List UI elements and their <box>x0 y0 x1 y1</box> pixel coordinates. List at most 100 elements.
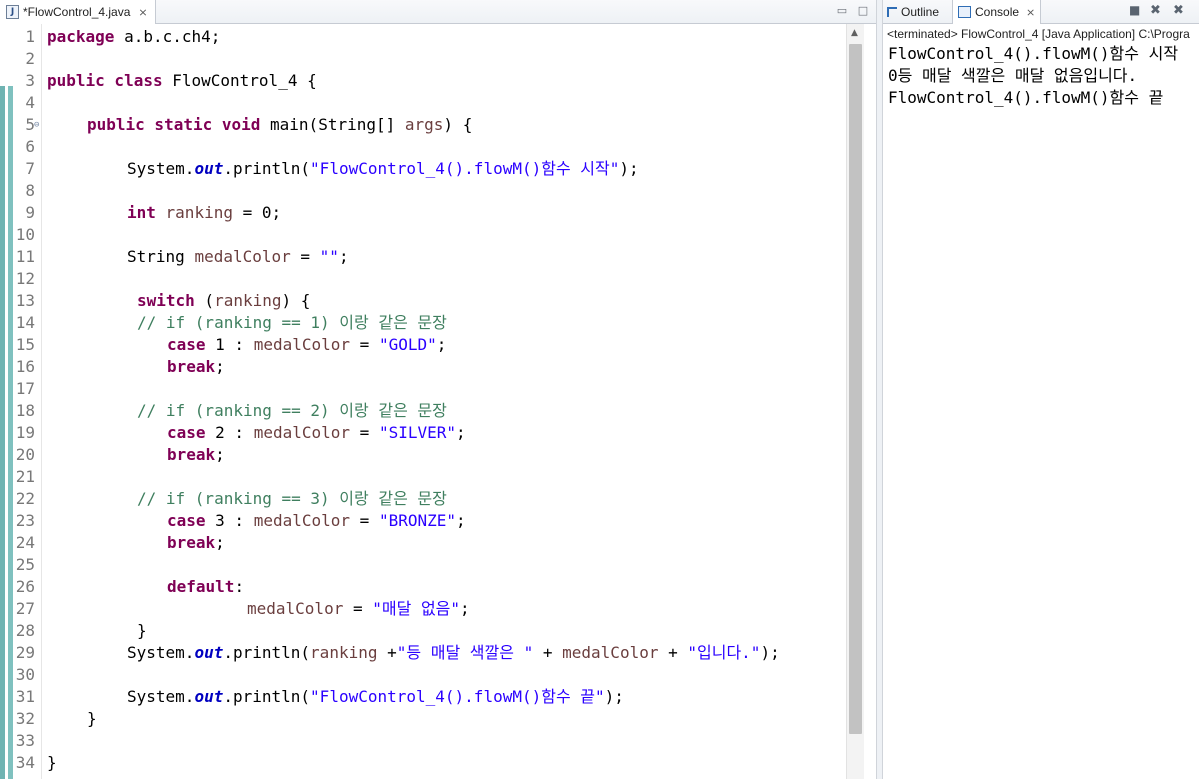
string-literal: "BRONZE" <box>378 511 456 530</box>
minimize-icon[interactable]: ▭ <box>834 3 850 19</box>
code-line[interactable]: 29 System.out.println(ranking +"등 매달 색깔은 … <box>0 642 846 664</box>
vertical-scrollbar[interactable]: ▲ <box>846 24 864 779</box>
terminate-icon[interactable]: ■ <box>1129 3 1140 17</box>
variable: medalColor <box>253 511 351 530</box>
code-text: 1 : <box>205 335 254 354</box>
code-line[interactable]: 21 <box>0 466 846 488</box>
code-line[interactable]: 14 // if (ranking == 1) 이랑 같은 문장 <box>0 312 846 334</box>
code-text: : <box>234 577 245 596</box>
code-line[interactable]: 16 break; <box>0 356 846 378</box>
variable: ranking <box>214 291 282 310</box>
code-line[interactable]: 31 System.out.println("FlowControl_4().fl… <box>0 686 846 708</box>
line-number: 22 <box>15 489 35 508</box>
code-line[interactable]: 9 int ranking = 0; <box>0 202 846 224</box>
string-literal: "GOLD" <box>378 335 437 354</box>
code-line[interactable]: 22 // if (ranking == 3) 이랑 같은 문장 <box>0 488 846 510</box>
code-line[interactable]: 10 <box>0 224 846 246</box>
string-literal: "등 매달 색깔은 " <box>396 643 534 662</box>
code-text: = <box>343 599 373 618</box>
editor-tab-bar: J *FlowControl_4.java ⨯ ▭ □ <box>0 0 876 24</box>
keyword: break <box>167 357 216 376</box>
code-line[interactable]: 17 <box>0 378 846 400</box>
code-text: ) { <box>443 115 473 134</box>
code-line[interactable]: 6 <box>0 136 846 158</box>
variable: medalColor <box>253 423 351 442</box>
fold-collapse-icon[interactable]: ⊖ <box>34 114 39 136</box>
code-area[interactable]: 1 package a.b.c.ch4; 2 3 public class Flow… <box>0 24 846 779</box>
keyword: package <box>47 27 115 46</box>
code-line[interactable]: 5 ⊖ public static void main(String[] args)… <box>0 114 846 136</box>
line-number: 29 <box>15 643 35 662</box>
code-line[interactable]: 19 case 2 : medalColor = "SILVER"; <box>0 422 846 444</box>
maximize-icon[interactable]: □ <box>855 3 871 19</box>
keyword: case <box>167 511 206 530</box>
code-text: String <box>127 247 195 266</box>
keyword: public class <box>47 71 163 90</box>
code-line[interactable]: 24 break; <box>0 532 846 554</box>
console-icon <box>958 6 971 18</box>
code-line[interactable]: 28} <box>0 620 846 642</box>
code-line[interactable]: 7 System.out.println("FlowControl_4().flo… <box>0 158 846 180</box>
variable: args <box>404 115 444 134</box>
string-literal: "FlowControl_4().flowM()함수 시작" <box>310 159 620 178</box>
code-line[interactable]: 25 <box>0 554 846 576</box>
line-number: 14 <box>15 313 35 332</box>
code-line[interactable]: 20 break; <box>0 444 846 466</box>
code-line[interactable]: 15 case 1 : medalColor = "GOLD"; <box>0 334 846 356</box>
pane-sash[interactable] <box>876 0 883 779</box>
code-text: .println( <box>223 687 311 706</box>
code-text: ; <box>215 533 225 552</box>
code-text: } <box>87 709 97 728</box>
line-number: 8 <box>25 181 35 200</box>
line-number: 5 <box>25 115 35 134</box>
string-literal: "입니다." <box>687 643 761 662</box>
string-literal: "FlowControl_4().flowM()함수 끝" <box>310 687 605 706</box>
code-line[interactable]: 13 switch (ranking) { <box>0 290 846 312</box>
line-number: 32 <box>15 709 35 728</box>
console-view[interactable]: Outline Console ⨯ ■ ✖ ✖ <terminated> Flo… <box>883 0 1199 779</box>
code-line[interactable]: 3 public class FlowControl_4 { <box>0 70 846 92</box>
code-text: = <box>350 511 379 530</box>
code-line[interactable]: 34} <box>0 752 846 774</box>
static-field: out <box>194 687 224 706</box>
close-icon[interactable]: ⨯ <box>1026 6 1035 19</box>
code-text: ); <box>604 687 624 706</box>
line-number: 34 <box>15 753 35 772</box>
code-editor[interactable]: J *FlowControl_4.java ⨯ ▭ □ 1 package a.b… <box>0 0 876 779</box>
tab-console-label: Console <box>975 5 1020 19</box>
code-line[interactable]: 4 <box>0 92 846 114</box>
close-icon[interactable]: ⨯ <box>138 6 147 19</box>
code-text: = 0; <box>232 203 282 222</box>
tab-console[interactable]: Console ⨯ <box>952 0 1042 24</box>
code-line[interactable]: 33 <box>0 730 846 752</box>
tab-outline[interactable]: Outline <box>887 0 939 24</box>
line-number: 26 <box>15 577 35 596</box>
code-line[interactable]: 26 default: <box>0 576 846 598</box>
code-line[interactable]: 18 // if (ranking == 2) 이랑 같은 문장 <box>0 400 846 422</box>
code-line[interactable]: 1 package a.b.c.ch4; <box>0 26 846 48</box>
code-line[interactable]: 30 <box>0 664 846 686</box>
code-line[interactable]: 2 <box>0 48 846 70</box>
line-number: 13 <box>15 291 35 310</box>
scrollbar-thumb[interactable] <box>849 44 862 734</box>
outline-icon <box>887 7 897 17</box>
tab-flowcontrol-java[interactable]: J *FlowControl_4.java ⨯ <box>0 0 156 24</box>
code-line[interactable]: 23 case 3 : medalColor = "BRONZE"; <box>0 510 846 532</box>
variable: medalColor <box>562 643 659 662</box>
code-line[interactable]: 27 medalColor = "매달 없음"; <box>0 598 846 620</box>
code-text: 2 : <box>205 423 254 442</box>
line-number: 31 <box>15 687 35 706</box>
scroll-up-icon[interactable]: ▲ <box>851 28 858 38</box>
line-number: 12 <box>15 269 35 288</box>
code-text: .println( <box>223 643 311 662</box>
code-line[interactable]: 32} <box>0 708 846 730</box>
remove-all-terminated-icon[interactable]: ✖ <box>1173 3 1184 18</box>
code-line[interactable]: 8 <box>0 180 846 202</box>
line-number: 20 <box>15 445 35 464</box>
remove-launch-icon[interactable]: ✖ <box>1150 3 1161 18</box>
code-line[interactable]: 11 String medalColor = ""; <box>0 246 846 268</box>
comment: // if (ranking == 2) 이랑 같은 문장 <box>137 401 447 420</box>
code-line[interactable]: 12 <box>0 268 846 290</box>
code-text: } <box>47 753 57 772</box>
code-text: = <box>350 335 379 354</box>
